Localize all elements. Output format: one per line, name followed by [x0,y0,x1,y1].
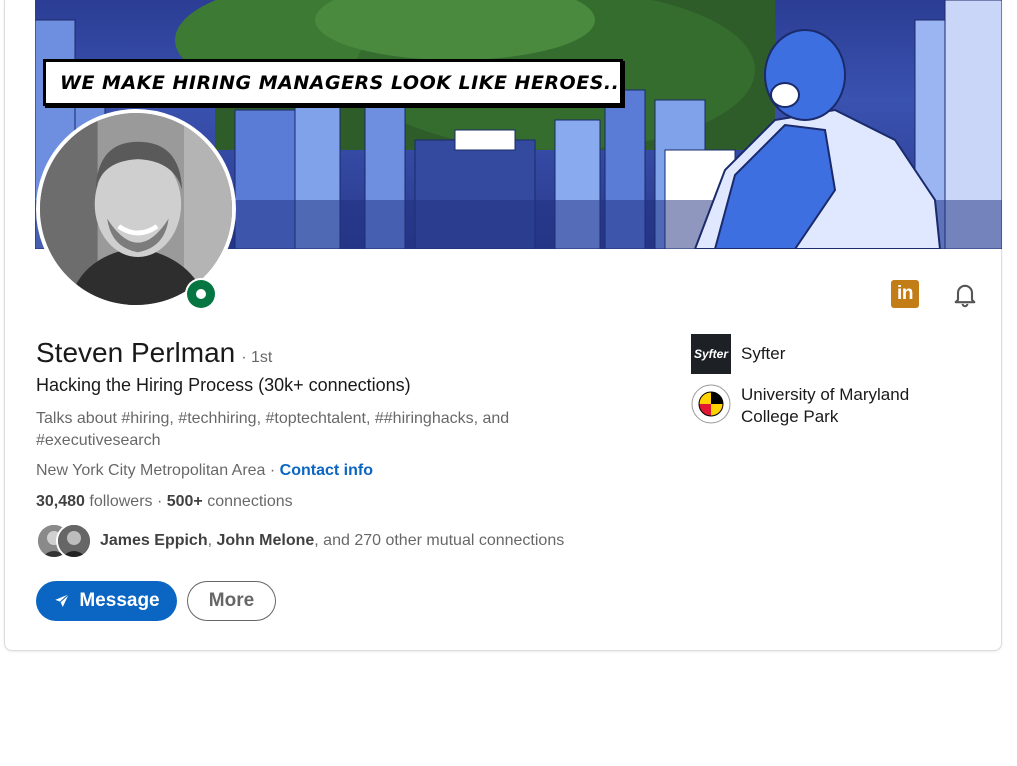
banner-tagline-text: WE MAKE HIRING MANAGERS LOOK LIKE HEROES… [60,71,628,94]
send-icon [55,593,70,607]
connection-degree: · 1st [241,349,273,366]
connections-label: connections [202,493,293,510]
more-button[interactable]: More [187,581,276,621]
profile-headline: Hacking the Hiring Process (30k+ connect… [36,375,411,395]
linkedin-badge-text: in [897,283,913,304]
message-button-label: Message [79,590,160,611]
university-seal-icon [691,384,731,424]
contact-info-link[interactable]: Contact info [280,462,373,479]
mutual-name-2: John Melone [216,532,315,549]
followers-label: followers [84,493,153,510]
mutual-connections[interactable]: James Eppich, John Melone, and 270 other… [36,523,564,559]
company-name: Syfter [741,344,786,363]
connections-count[interactable]: 500+ [167,493,203,510]
profile-location: New York City Metropolitan Area [36,462,266,479]
online-status-dot [187,280,215,308]
linkedin-premium-icon[interactable]: in [891,280,919,308]
mutual-sep: , [207,532,217,549]
followers-count[interactable]: 30,480 [36,493,85,510]
profile-card: WE MAKE HIRING MANAGERS LOOK LIKE HEROES… [4,0,1002,651]
online-status-badge [185,278,217,310]
profile-name: Steven Perlman [36,337,236,368]
mutual-name-1: James Eppich [100,532,208,549]
location-separator: · [265,462,280,479]
mutual-rest: , and 270 other mutual connections [314,532,565,549]
school-name: University of Maryland College Park [741,385,910,426]
syfter-logo-text: Syfter [693,347,728,361]
mutual-avatar [56,523,92,559]
talks-about: Talks about #hiring, #techhiring, #topte… [36,410,510,449]
syfter-logo: Syfter [691,334,731,374]
mutual-connections-text: James Eppich, John Melone, and 270 other… [100,532,564,550]
stats-separator: · [152,493,167,510]
location-row: New York City Metropolitan Area · Contac… [36,462,373,480]
stats-row: 30,480 followers · 500+ connections [36,493,293,511]
profile-photo-image [40,113,232,305]
mutual-avatars [36,523,94,559]
message-button[interactable]: Message [36,581,177,621]
bell-icon[interactable] [951,280,979,308]
banner-tagline: WE MAKE HIRING MANAGERS LOOK LIKE HEROES… [43,59,627,106]
education-school[interactable]: University of Maryland College Park [691,384,941,428]
current-company[interactable]: Syfter Syfter [691,334,785,374]
name-row: Steven Perlman · 1st [36,337,272,369]
